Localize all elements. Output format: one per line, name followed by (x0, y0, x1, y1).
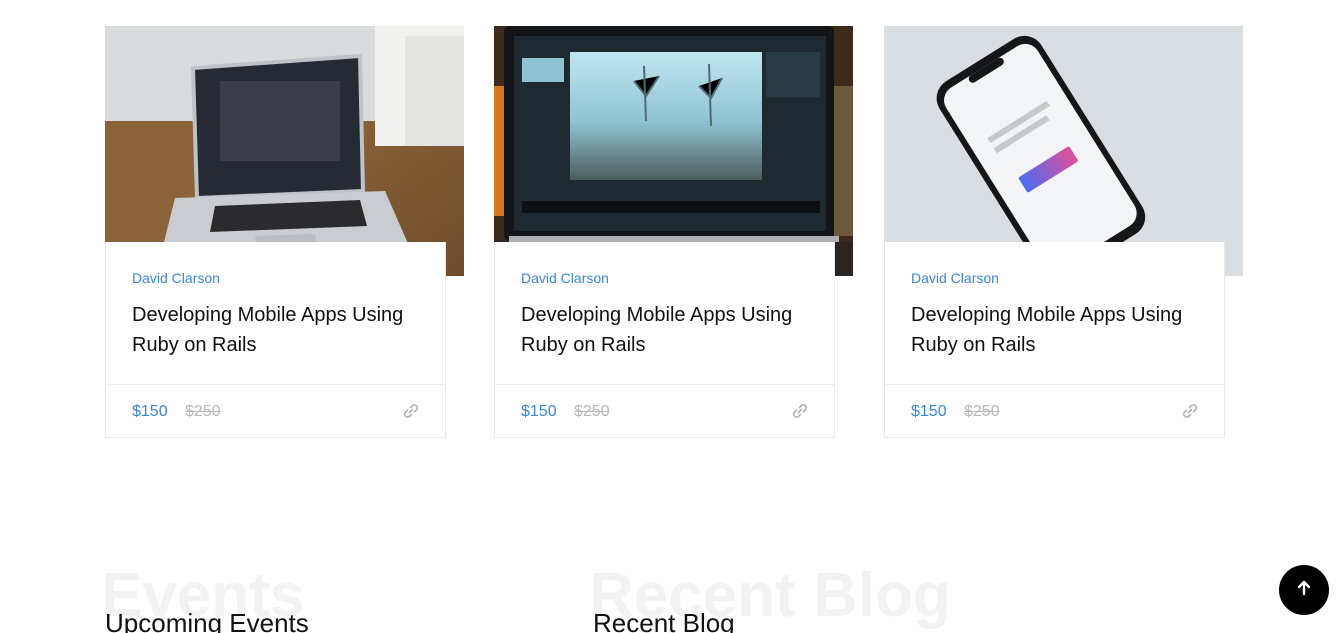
link-icon[interactable] (401, 401, 421, 421)
course-title[interactable]: Developing Mobile Apps Using Ruby on Rai… (132, 300, 432, 360)
scroll-to-top-button[interactable] (1279, 565, 1329, 615)
course-author[interactable]: David Clarson (521, 270, 609, 286)
course-image-smartphone[interactable] (884, 26, 1243, 276)
course-card-footer: $150 $250 (106, 384, 445, 438)
course-card: David Clarson Developing Mobile Apps Usi… (105, 26, 465, 438)
course-card: David Clarson Developing Mobile Apps Usi… (884, 26, 1244, 438)
course-author[interactable]: David Clarson (132, 270, 220, 286)
course-title[interactable]: Developing Mobile Apps Using Ruby on Rai… (521, 300, 821, 360)
course-price: $150 (521, 403, 557, 420)
course-author[interactable]: David Clarson (911, 270, 999, 286)
course-image-laptop-desk[interactable] (105, 26, 464, 276)
arrow-up-icon (1295, 579, 1313, 602)
link-icon[interactable] (790, 401, 810, 421)
course-old-price: $250 (964, 403, 1000, 420)
course-price: $150 (911, 403, 947, 420)
course-card-body: David Clarson Developing Mobile Apps Usi… (884, 242, 1225, 438)
course-card: David Clarson Developing Mobile Apps Usi… (494, 26, 854, 438)
link-icon[interactable] (1180, 401, 1200, 421)
events-heading: Upcoming Events (105, 608, 309, 633)
course-card-body: David Clarson Developing Mobile Apps Usi… (494, 242, 835, 438)
course-old-price: $250 (185, 403, 221, 420)
course-image-photo-editing[interactable] (494, 26, 853, 276)
course-old-price: $250 (574, 403, 610, 420)
course-card-body: David Clarson Developing Mobile Apps Usi… (105, 242, 446, 438)
course-title[interactable]: Developing Mobile Apps Using Ruby on Rai… (911, 300, 1211, 360)
course-price: $150 (132, 403, 168, 420)
blog-heading: Recent Blog (593, 608, 735, 633)
course-card-footer: $150 $250 (495, 384, 834, 438)
course-card-footer: $150 $250 (885, 384, 1224, 438)
